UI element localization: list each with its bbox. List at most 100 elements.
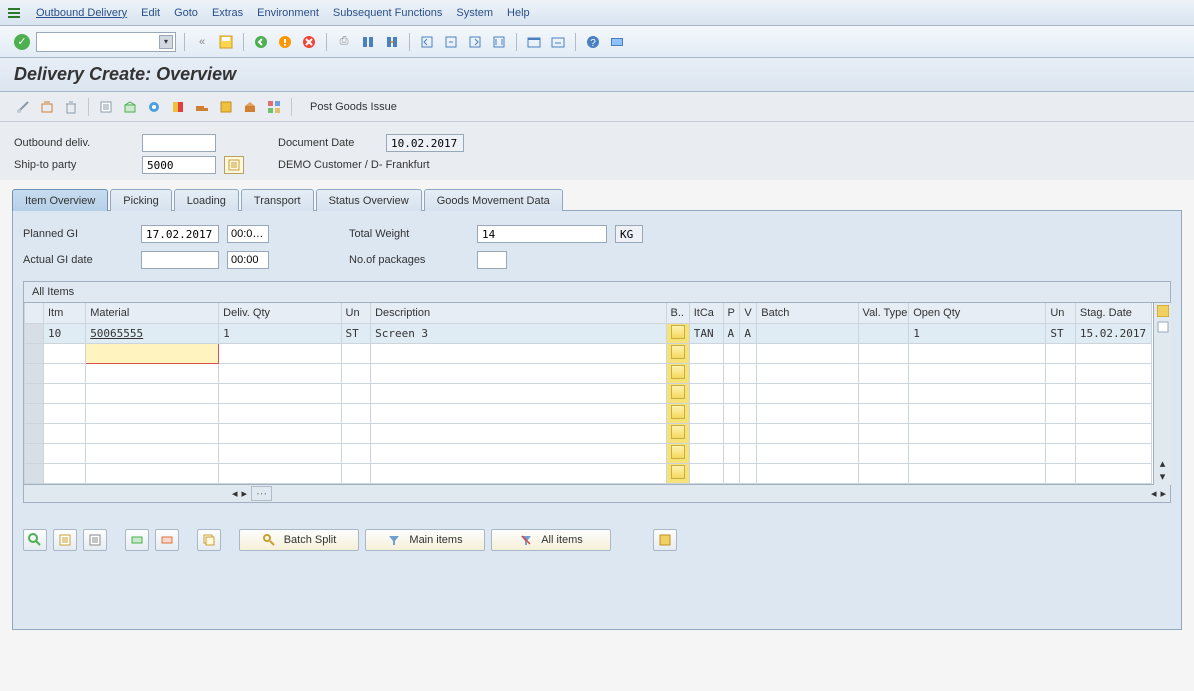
cell-open[interactable]: 1 (909, 323, 1046, 343)
horizontal-scrollbar[interactable]: ◂ ▸ ⋯ ◂ ▸ (23, 485, 1171, 503)
vertical-scrollbar[interactable]: ▴ ▾ (1153, 303, 1171, 485)
config-icon[interactable] (241, 98, 259, 116)
col-open-qty[interactable]: Open Qty (909, 303, 1046, 323)
find-next-icon[interactable] (383, 33, 401, 51)
menu-system[interactable]: System (456, 7, 493, 19)
cell-desc[interactable]: Screen 3 (371, 323, 666, 343)
app-menu-icon[interactable] (6, 5, 22, 21)
config-columns-icon[interactable] (1157, 305, 1169, 317)
next-page-icon[interactable] (466, 33, 484, 51)
enter-icon[interactable]: ✓ (14, 34, 30, 50)
delete-row-icon[interactable] (155, 529, 179, 551)
table-row[interactable] (25, 343, 1152, 363)
col-val-type[interactable]: Val. Type (858, 303, 909, 323)
col-un2[interactable]: Un (1046, 303, 1076, 323)
table-row[interactable] (25, 423, 1152, 443)
insert-row-icon[interactable] (125, 529, 149, 551)
shortcut-icon[interactable] (549, 33, 567, 51)
tab-item-overview[interactable]: Item Overview (12, 189, 108, 211)
scroll-left-icon[interactable]: ◂ (232, 487, 238, 500)
scroll-down-icon[interactable]: ▾ (1160, 470, 1166, 483)
select-all-icon[interactable] (53, 529, 77, 551)
cell-b-button[interactable] (666, 343, 689, 363)
overview-icon[interactable] (265, 98, 283, 116)
packages-input[interactable] (477, 251, 507, 269)
table-row[interactable] (25, 443, 1152, 463)
cell-qty[interactable]: 1 (219, 323, 341, 343)
back-green-icon[interactable] (252, 33, 270, 51)
col-itca[interactable]: ItCa (689, 303, 723, 323)
menu-help[interactable]: Help (507, 7, 530, 19)
menu-goto[interactable]: Goto (174, 7, 198, 19)
cell-b-button[interactable] (666, 383, 689, 403)
cell-p[interactable]: A (723, 323, 740, 343)
cell-b-button[interactable] (666, 323, 689, 343)
outbound-deliv-input[interactable] (142, 134, 216, 152)
col-b[interactable]: B.. (666, 303, 689, 323)
cell-b-button[interactable] (666, 363, 689, 383)
material-edit-cell[interactable] (86, 343, 219, 363)
item-config-icon[interactable] (653, 529, 677, 551)
cancel-icon[interactable] (300, 33, 318, 51)
header-details-icon[interactable] (97, 98, 115, 116)
find-icon[interactable] (359, 33, 377, 51)
copy-icon[interactable] (197, 529, 221, 551)
help-icon[interactable]: ? (584, 33, 602, 51)
col-v[interactable]: V (740, 303, 757, 323)
table-row[interactable] (25, 463, 1152, 483)
scroll-up-icon[interactable]: ▴ (1160, 457, 1166, 470)
planned-gi-date[interactable] (141, 225, 219, 243)
incompletion-icon[interactable] (145, 98, 163, 116)
scroll-right-icon[interactable]: ▸ (242, 487, 248, 500)
display-change-icon[interactable] (14, 98, 32, 116)
checkbox-icon[interactable] (1157, 321, 1169, 333)
tab-goods-movement-data[interactable]: Goods Movement Data (424, 189, 563, 211)
menu-edit[interactable]: Edit (141, 7, 160, 19)
cell-b-button[interactable] (666, 403, 689, 423)
actual-gi-date[interactable] (141, 251, 219, 269)
col-batch[interactable]: Batch (757, 303, 858, 323)
pack-icon[interactable] (121, 98, 139, 116)
last-page-icon[interactable] (490, 33, 508, 51)
layout-icon[interactable] (608, 33, 626, 51)
menu-extras[interactable]: Extras (212, 7, 243, 19)
col-material[interactable]: Material (86, 303, 219, 323)
transport-icon[interactable] (193, 98, 211, 116)
table-row[interactable] (25, 383, 1152, 403)
planned-gi-time[interactable] (227, 225, 269, 243)
col-stag-date[interactable]: Stag. Date (1075, 303, 1151, 323)
cell-b-button[interactable] (666, 443, 689, 463)
col-itm[interactable]: Itm (43, 303, 85, 323)
cell-b-button[interactable] (666, 423, 689, 443)
chevron-down-icon[interactable]: ▾ (159, 35, 173, 49)
actual-gi-time[interactable] (227, 251, 269, 269)
cell-itca[interactable]: TAN (689, 323, 723, 343)
menu-environment[interactable]: Environment (257, 7, 319, 19)
post-goods-issue-button[interactable]: Post Goods Issue (300, 101, 407, 113)
prev-page-icon[interactable] (442, 33, 460, 51)
first-page-icon[interactable] (418, 33, 436, 51)
menu-outbound-delivery[interactable]: Outbound Delivery (36, 7, 127, 19)
save-icon[interactable] (217, 33, 235, 51)
tab-loading[interactable]: Loading (174, 189, 239, 211)
cell-val[interactable] (858, 323, 909, 343)
exit-icon[interactable] (276, 33, 294, 51)
cell-batch[interactable] (757, 323, 858, 343)
cell-v[interactable]: A (740, 323, 757, 343)
deselect-all-icon[interactable] (83, 529, 107, 551)
cell-un2[interactable]: ST (1046, 323, 1076, 343)
cell-stag[interactable]: 15.02.2017 (1075, 323, 1151, 343)
split-icon[interactable] (169, 98, 187, 116)
col-un[interactable]: Un (341, 303, 371, 323)
command-field[interactable]: ▾ (36, 32, 176, 52)
cell-itm[interactable]: 10 (43, 323, 85, 343)
scroll-config-icon[interactable]: ⋯ (251, 486, 272, 501)
col-p[interactable]: P (723, 303, 740, 323)
print-icon[interactable]: ⎙ (335, 33, 353, 51)
ship-to-search-icon[interactable] (224, 156, 244, 174)
total-weight-unit[interactable] (615, 225, 643, 243)
cell-un[interactable]: ST (341, 323, 371, 343)
menu-subsequent-functions[interactable]: Subsequent Functions (333, 7, 442, 19)
cell-material[interactable]: 50065555 (86, 323, 219, 343)
services-icon[interactable] (217, 98, 235, 116)
